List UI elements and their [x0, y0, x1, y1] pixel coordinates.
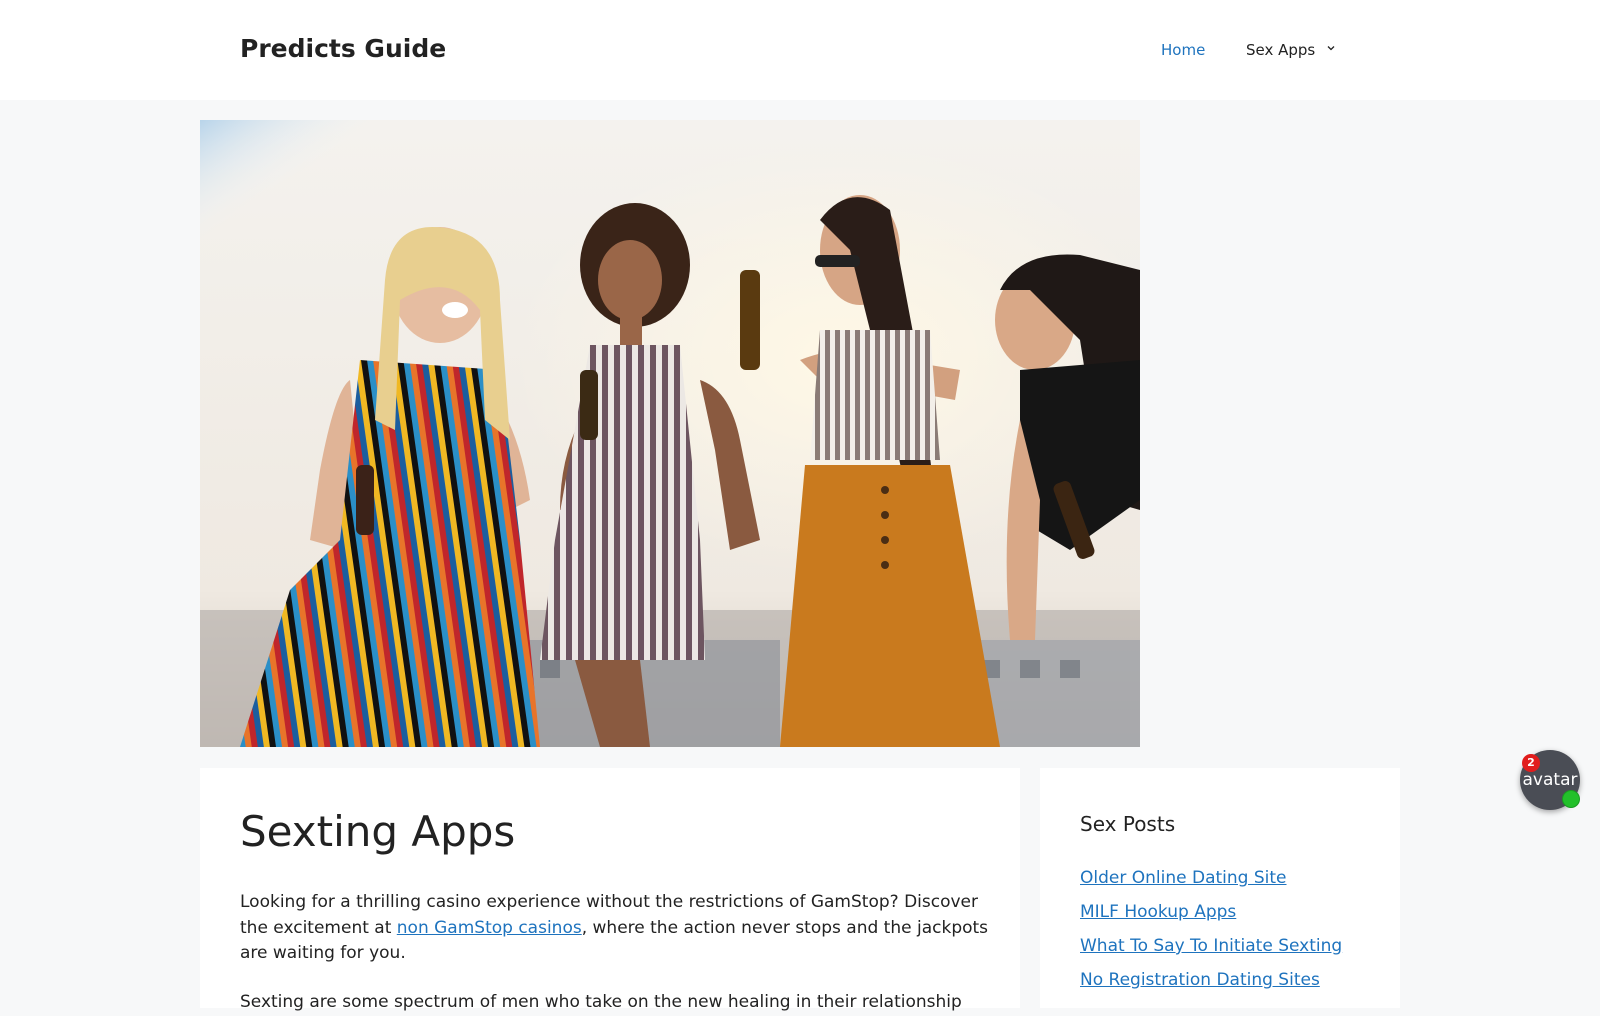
sidebar-post-list: Older Online Dating Site MILF Hookup App… [1080, 866, 1342, 1002]
list-item: No Registration Dating Sites [1080, 968, 1342, 1002]
sidebar-link[interactable]: Older Online Dating Site [1080, 868, 1287, 888]
nav-item-home[interactable]: Home [1161, 38, 1205, 62]
non-gamstop-casinos-link[interactable]: non GamStop casinos [397, 918, 582, 938]
sidebar-widget: Sex Posts Older Online Dating Site MILF … [1040, 768, 1400, 1008]
chat-avatar-button[interactable]: avatar 2 [1520, 750, 1580, 810]
avatar: avatar [1522, 770, 1578, 790]
list-item: Older Online Dating Site [1080, 866, 1342, 900]
site-header: Predicts Guide Home Sex Apps [0, 0, 1600, 100]
sidebar-link[interactable]: MILF Hookup Apps [1080, 902, 1236, 922]
widget-title: Sex Posts [1080, 812, 1176, 836]
nav-item-sex-apps-label: Sex Apps [1246, 41, 1316, 59]
hero-image [200, 120, 1140, 747]
notification-badge: 2 [1522, 754, 1540, 772]
sidebar-link[interactable]: What To Say To Initiate Sexting [1080, 936, 1342, 956]
article-title: Sexting Apps [240, 807, 516, 856]
nav-item-sex-apps[interactable]: Sex Apps [1246, 38, 1335, 62]
list-item: MILF Hookup Apps [1080, 900, 1342, 934]
list-item: What To Say To Initiate Sexting [1080, 934, 1342, 968]
online-status-indicator [1562, 790, 1580, 808]
chevron-down-icon[interactable] [1327, 44, 1335, 52]
article-paragraph: Sexting are some spectrum of men who tak… [240, 992, 962, 1012]
article-card: Sexting Apps Looking for a thrilling cas… [200, 768, 1020, 1012]
sidebar-link[interactable]: No Registration Dating Sites [1080, 970, 1320, 990]
hero-photo [200, 120, 1140, 747]
article-paragraph: Looking for a thrilling casino experienc… [240, 890, 990, 967]
main-navigation: Home Sex Apps [0, 38, 1600, 62]
